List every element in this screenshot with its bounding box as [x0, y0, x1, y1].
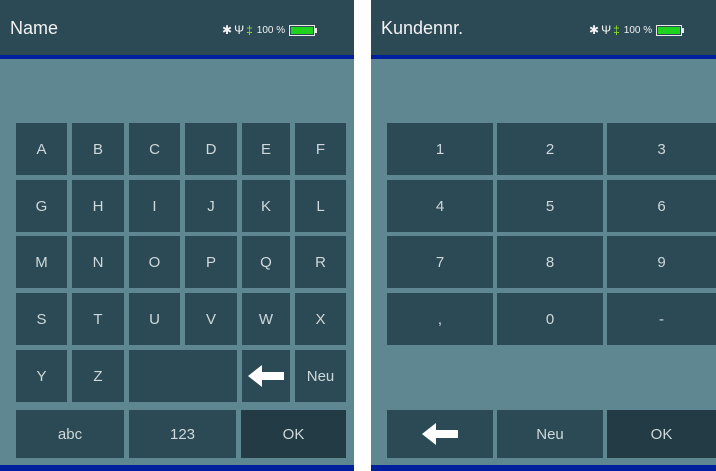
key-o[interactable]: O: [129, 236, 180, 288]
key-x[interactable]: X: [295, 293, 346, 345]
screen-title: Kundennr.: [381, 18, 464, 38]
charging-plug-icon: ‡: [246, 23, 253, 37]
key-a[interactable]: A: [16, 123, 67, 175]
key-z[interactable]: Z: [72, 350, 124, 402]
key-minus[interactable]: -: [607, 293, 716, 345]
key-s[interactable]: S: [16, 293, 67, 345]
status-bar: ✱ Ψ ‡ 100 %: [589, 22, 685, 38]
key-p[interactable]: P: [185, 236, 237, 288]
bottom-divider: [371, 465, 716, 471]
key-l[interactable]: L: [295, 180, 346, 232]
name-entry-screen: Name ✱ Ψ ‡ 100 % ABCDEF GHIJKL MNOPQR STUVW…: [0, 0, 354, 471]
key-i[interactable]: I: [129, 180, 180, 232]
key-c[interactable]: C: [129, 123, 180, 175]
key-6[interactable]: 6: [607, 180, 716, 232]
key-d[interactable]: D: [185, 123, 237, 175]
key-u[interactable]: U: [129, 293, 180, 345]
key-g[interactable]: G: [16, 180, 67, 232]
title-bar: Kundennr. ✱ Ψ ‡ 100 %: [371, 0, 716, 55]
key-comma[interactable]: ,: [387, 293, 493, 345]
usb-icon: Ψ: [601, 23, 612, 37]
key-8[interactable]: 8: [497, 236, 603, 288]
key-k[interactable]: K: [242, 180, 290, 232]
mode-abc-button[interactable]: abc: [16, 410, 124, 458]
key-9[interactable]: 9: [607, 236, 716, 288]
key-n[interactable]: N: [72, 236, 124, 288]
new-button[interactable]: Neu: [497, 410, 603, 458]
key-e[interactable]: E: [242, 123, 290, 175]
key-f[interactable]: F: [295, 123, 346, 175]
key-r[interactable]: R: [295, 236, 346, 288]
title-bar: Name ✱ Ψ ‡ 100 %: [0, 0, 354, 55]
header-divider: [0, 55, 354, 59]
key-w[interactable]: W: [242, 293, 290, 345]
battery-icon: [289, 24, 316, 36]
backspace-button[interactable]: [242, 350, 290, 402]
ok-button[interactable]: OK: [241, 410, 346, 458]
battery-tip: [315, 27, 318, 33]
key-v[interactable]: V: [185, 293, 237, 345]
key-h[interactable]: H: [72, 180, 124, 232]
screen-title: Name: [10, 18, 59, 38]
key-t[interactable]: T: [72, 293, 124, 345]
bluetooth-icon: ✱: [589, 23, 600, 37]
key-b[interactable]: B: [72, 123, 124, 175]
key-q[interactable]: Q: [242, 236, 290, 288]
mode-123-button[interactable]: 123: [129, 410, 236, 458]
new-button[interactable]: Neu: [295, 350, 346, 402]
key-m[interactable]: M: [16, 236, 67, 288]
usb-icon: Ψ: [234, 23, 245, 37]
key-0[interactable]: 0: [497, 293, 603, 345]
bluetooth-icon: ✱: [222, 23, 233, 37]
key-1[interactable]: 1: [387, 123, 493, 175]
key-y[interactable]: Y: [16, 350, 67, 402]
customer-number-screen: Kundennr. ✱ Ψ ‡ 100 % 123 456 789,0- Neu O…: [371, 0, 716, 471]
key-3[interactable]: 3: [607, 123, 716, 175]
status-bar: ✱ Ψ ‡ 100 %: [222, 22, 318, 38]
key-7[interactable]: 7: [387, 236, 493, 288]
key-2[interactable]: 2: [497, 123, 603, 175]
charging-plug-icon: ‡: [613, 23, 620, 37]
empty-key: [129, 350, 237, 402]
battery-percentage: 100 %: [623, 24, 653, 36]
bottom-divider: [0, 465, 354, 471]
battery-tip: [682, 27, 685, 33]
battery-icon: [656, 24, 683, 36]
key-j[interactable]: J: [185, 180, 237, 232]
key-5[interactable]: 5: [497, 180, 603, 232]
ok-button[interactable]: OK: [607, 410, 716, 458]
battery-percentage: 100 %: [256, 24, 286, 36]
arrow-left-icon: [422, 423, 458, 445]
key-4[interactable]: 4: [387, 180, 493, 232]
header-divider: [371, 55, 716, 59]
backspace-button[interactable]: [387, 410, 493, 458]
arrow-left-icon: [248, 365, 284, 387]
